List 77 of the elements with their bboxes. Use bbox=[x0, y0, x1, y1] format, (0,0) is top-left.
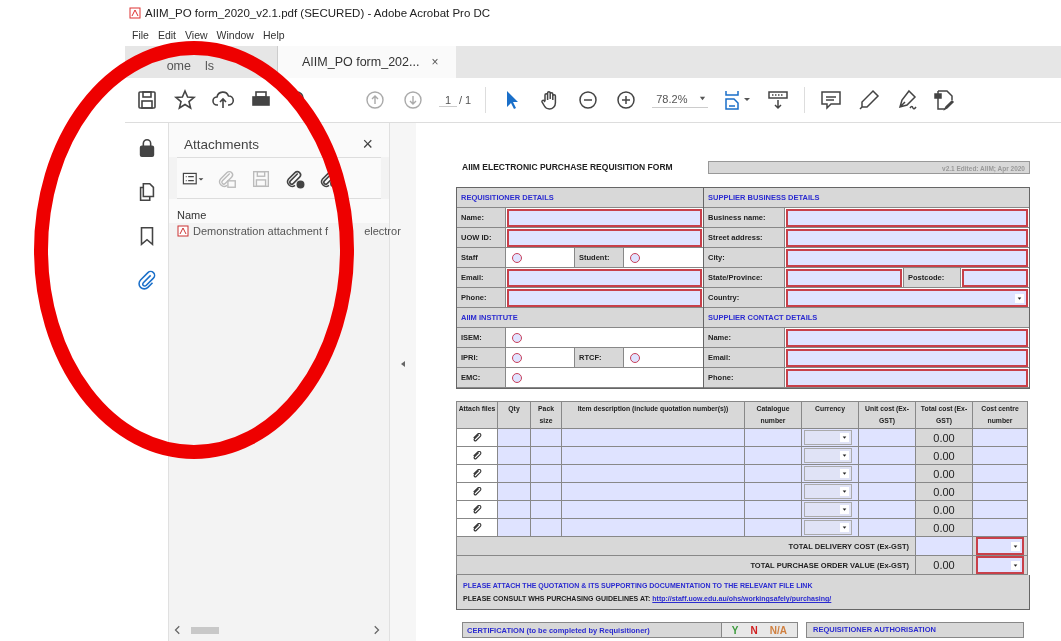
caret-icon bbox=[1011, 541, 1020, 551]
paperclip-icon[interactable] bbox=[472, 486, 482, 497]
caret-icon bbox=[840, 469, 849, 478]
menu-item[interactable]: View bbox=[185, 29, 208, 41]
radio-button[interactable] bbox=[512, 352, 522, 363]
caret-icon bbox=[1015, 293, 1024, 303]
cost-centre-dropdown[interactable] bbox=[976, 556, 1024, 574]
radio-button[interactable] bbox=[512, 332, 522, 343]
radio-button[interactable] bbox=[512, 252, 522, 263]
currency-dropdown[interactable] bbox=[804, 484, 852, 499]
currency-dropdown[interactable] bbox=[804, 502, 852, 517]
text-field[interactable] bbox=[786, 349, 1028, 367]
text-field[interactable] bbox=[507, 289, 702, 307]
text-field[interactable] bbox=[786, 329, 1028, 347]
column-header[interactable]: Name bbox=[169, 199, 389, 223]
text-field[interactable] bbox=[786, 369, 1028, 387]
radio-button[interactable] bbox=[630, 352, 640, 363]
pdf-icon bbox=[177, 225, 189, 237]
attachment-item[interactable]: electror bbox=[364, 225, 401, 237]
currency-dropdown[interactable] bbox=[804, 430, 852, 445]
option-label: N/A bbox=[769, 624, 787, 636]
paperclip-icon[interactable] bbox=[472, 468, 482, 479]
fit-page-icon[interactable] bbox=[722, 88, 753, 112]
radio-button[interactable] bbox=[512, 372, 522, 383]
menu-item[interactable]: Window bbox=[216, 29, 254, 41]
text-field[interactable] bbox=[507, 209, 702, 227]
currency-dropdown[interactable] bbox=[804, 448, 852, 463]
radio-button[interactable] bbox=[630, 252, 640, 263]
caret-icon bbox=[1011, 560, 1020, 570]
text-field[interactable] bbox=[507, 269, 702, 287]
menu-item[interactable]: Help bbox=[262, 29, 285, 41]
caret-icon bbox=[699, 95, 707, 102]
pdf-icon bbox=[129, 7, 141, 19]
text-field[interactable] bbox=[786, 249, 1028, 267]
currency-dropdown[interactable] bbox=[804, 520, 852, 535]
close-button[interactable]: × bbox=[362, 133, 373, 155]
cost-centre-dropdown[interactable] bbox=[976, 537, 1024, 555]
scrollbar-thumb[interactable] bbox=[191, 626, 219, 634]
highlighter-icon[interactable] bbox=[857, 88, 882, 112]
caret-icon bbox=[840, 487, 849, 496]
text-field[interactable] bbox=[786, 269, 902, 287]
option-label: Y bbox=[731, 624, 739, 636]
page-number-field[interactable]: 1 bbox=[439, 93, 457, 107]
caret-icon bbox=[840, 451, 849, 460]
page-total: / 1 bbox=[459, 94, 472, 106]
save-icon[interactable] bbox=[135, 88, 159, 112]
text-field[interactable] bbox=[786, 229, 1028, 247]
menu-item[interactable]: File bbox=[132, 29, 149, 41]
currency-dropdown[interactable] bbox=[804, 466, 852, 481]
document-tab[interactable]: AIIM_PO form_202... × bbox=[278, 46, 457, 78]
paperclip-icon[interactable] bbox=[472, 522, 482, 533]
paperclip-icon[interactable] bbox=[472, 504, 482, 515]
window-title: AIIM_PO form_2020_v2.1.pdf (SECURED) - Adobe Acrobat Pro DC bbox=[145, 7, 491, 19]
text-field[interactable] bbox=[962, 269, 1028, 287]
caret-icon bbox=[840, 433, 849, 442]
star-icon[interactable] bbox=[173, 88, 197, 112]
collapse-caret-icon[interactable] bbox=[399, 360, 407, 368]
paperclip-icon[interactable] bbox=[472, 450, 482, 461]
dropdown-field[interactable] bbox=[786, 289, 1028, 307]
text-field[interactable] bbox=[786, 209, 1028, 227]
comment-icon[interactable] bbox=[819, 88, 844, 112]
text-field[interactable] bbox=[507, 229, 702, 247]
attachment-item[interactable]: Demonstration attachment f bbox=[193, 225, 329, 237]
document-tab[interactable]: ls bbox=[205, 59, 215, 73]
zoom-dropdown[interactable]: 78.2% bbox=[652, 92, 709, 108]
paperclip-icon[interactable] bbox=[472, 432, 482, 443]
caret-icon bbox=[840, 505, 849, 514]
scroll-mode-icon[interactable] bbox=[766, 88, 791, 112]
panel-title: Attachments bbox=[184, 136, 260, 152]
next-page-icon[interactable] bbox=[401, 88, 425, 112]
option-label: N bbox=[750, 624, 758, 636]
form-title: AIIM ELECTRONIC PURCHASE REQUISITION FORM bbox=[462, 162, 673, 172]
previous-page-icon[interactable] bbox=[363, 88, 387, 112]
paperclip-icon[interactable] bbox=[135, 269, 158, 291]
caret-icon bbox=[840, 523, 849, 532]
document-tab[interactable]: ome bbox=[166, 59, 191, 73]
menu-item[interactable]: Edit bbox=[157, 29, 176, 41]
